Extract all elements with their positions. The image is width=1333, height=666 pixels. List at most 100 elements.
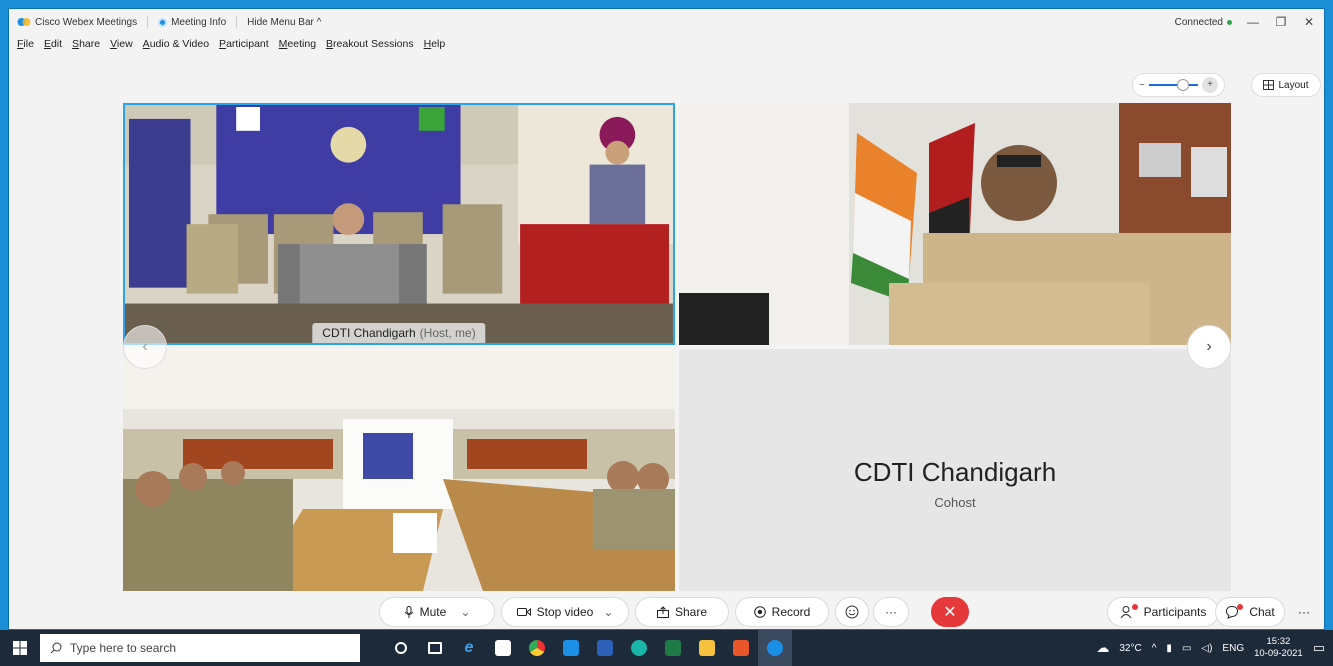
volume-icon[interactable]: ◁): [1201, 643, 1212, 654]
file-explorer-icon[interactable]: [690, 630, 724, 666]
layout-label: Layout: [1278, 79, 1309, 91]
weather-temperature[interactable]: 32°C: [1119, 643, 1141, 654]
previous-page-button[interactable]: ‹: [123, 325, 167, 369]
video-tile-cohost[interactable]: CDTI Chandigarh Cohost: [679, 349, 1231, 591]
video-tile-officer[interactable]: [679, 103, 1231, 345]
layout-button[interactable]: Layout: [1251, 73, 1321, 97]
notification-badge: [1131, 604, 1138, 610]
cohost-role: Cohost: [934, 495, 976, 510]
share-label: Share: [674, 605, 708, 619]
mute-button[interactable]: Mute ⌄: [379, 597, 495, 627]
title-bar: Cisco Webex Meetings Meeting Info Hide M…: [9, 9, 1324, 35]
video-tile-conference-room[interactable]: [123, 349, 675, 591]
divider: [236, 16, 238, 28]
connection-status: Connected: [1175, 17, 1232, 28]
hide-menu-bar-button[interactable]: Hide Menu Bar ^: [247, 17, 321, 28]
webex-window: Cisco Webex Meetings Meeting Info Hide M…: [8, 8, 1325, 630]
share-upload-icon: [656, 606, 669, 618]
notifications-icon[interactable]: ▭: [1313, 640, 1325, 656]
participant-name: CDTI Chandigarh: [322, 326, 416, 340]
zoom-slider-thumb[interactable]: [1176, 79, 1189, 91]
app-title: Cisco Webex Meetings: [35, 16, 138, 28]
participant-role: (Host, me): [419, 326, 476, 340]
search-placeholder: Type here to search: [70, 641, 177, 655]
menu-edit[interactable]: Edit: [44, 38, 62, 50]
edge-legacy-icon[interactable]: e: [452, 630, 486, 666]
excel-icon[interactable]: [656, 630, 690, 666]
connection-status-label: Connected: [1174, 16, 1223, 28]
stop-video-button[interactable]: Stop video ⌄: [501, 597, 629, 627]
video-feed-classroom-stage: [125, 105, 673, 343]
more-panels-button[interactable]: ···: [1289, 597, 1319, 627]
edge-icon[interactable]: [622, 630, 656, 666]
clock-time: 15:32: [1266, 636, 1291, 647]
task-view-icon[interactable]: [418, 630, 452, 666]
chevron-left-icon: ‹: [142, 338, 148, 355]
chevron-right-icon: ›: [1206, 338, 1212, 355]
chrome-icon[interactable]: [520, 630, 554, 666]
record-button[interactable]: Record: [735, 597, 829, 627]
weather-cloud-icon[interactable]: ☁: [1096, 640, 1109, 656]
menu-view[interactable]: View: [110, 38, 133, 50]
chevron-up-icon[interactable]: ^: [1152, 643, 1157, 654]
leave-meeting-button[interactable]: ✕: [931, 597, 969, 627]
menu-file[interactable]: File: [17, 38, 34, 50]
network-icon[interactable]: ▭: [1182, 643, 1191, 654]
search-icon: [50, 642, 62, 654]
menu-participant[interactable]: Participant: [219, 38, 269, 50]
mute-label: Mute: [419, 605, 447, 619]
participants-label: Participants: [1143, 605, 1207, 619]
store-icon[interactable]: [486, 630, 520, 666]
microphone-icon: [404, 605, 414, 618]
zoom-control[interactable]: − +: [1132, 73, 1225, 97]
cohost-name: CDTI Chandigarh: [853, 457, 1057, 487]
chevron-down-icon[interactable]: ⌄: [603, 605, 613, 619]
reactions-button[interactable]: [835, 597, 869, 627]
chat-button[interactable]: Chat: [1215, 597, 1285, 627]
clock[interactable]: 15:32 10-09-2021: [1254, 636, 1303, 660]
more-options-button[interactable]: ···: [873, 597, 909, 627]
grid-layout-icon: [1263, 80, 1275, 90]
video-tile-host[interactable]: CDTI Chandigarh (Host, me): [123, 103, 675, 345]
participant-name-tag: CDTI Chandigarh (Host, me): [312, 323, 486, 343]
mail-icon[interactable]: [554, 630, 588, 666]
video-camera-icon: [516, 607, 531, 617]
cortana-icon[interactable]: [384, 630, 418, 666]
start-button[interactable]: [0, 630, 40, 666]
menu-help[interactable]: Help: [424, 38, 446, 50]
notification-badge: [1237, 604, 1244, 610]
language-indicator[interactable]: ENG: [1222, 643, 1244, 654]
share-button[interactable]: Share: [635, 597, 729, 627]
record-label: Record: [771, 605, 811, 619]
webex-logo-icon: [17, 18, 31, 26]
participants-button[interactable]: Participants: [1107, 597, 1219, 627]
webex-taskbar-icon[interactable]: [758, 630, 792, 666]
minimize-button[interactable]: —: [1246, 15, 1260, 29]
record-icon: [753, 606, 766, 618]
close-button[interactable]: ✕: [1302, 15, 1316, 29]
menu-meeting[interactable]: Meeting: [279, 38, 316, 50]
microphone-tray-icon[interactable]: ▮: [1166, 643, 1172, 654]
word-icon[interactable]: [588, 630, 622, 666]
system-tray: ☁ 32°C ^ ▮ ▭ ◁) ENG 15:32 10-09-2021 ▭: [1096, 630, 1333, 666]
clock-date: 10-09-2021: [1254, 648, 1303, 659]
video-feed-conference-room: [123, 349, 675, 591]
zoom-slider[interactable]: [1148, 79, 1198, 91]
smiley-icon: [845, 605, 859, 619]
meeting-info-button[interactable]: Meeting Info: [158, 17, 226, 28]
zoom-out-icon[interactable]: −: [1139, 80, 1145, 91]
next-page-button[interactable]: ›: [1187, 325, 1231, 369]
zoom-in-icon[interactable]: +: [1202, 77, 1218, 93]
window-controls: Connected — ❐ ✕: [1175, 9, 1316, 35]
menu-breakout-sessions[interactable]: Breakout Sessions: [326, 38, 414, 50]
restore-button[interactable]: ❐: [1274, 15, 1288, 29]
qlik-icon[interactable]: [724, 630, 758, 666]
chevron-down-icon[interactable]: ⌄: [460, 605, 470, 619]
menu-audio-video[interactable]: Audio & Video: [143, 38, 209, 50]
chat-label: Chat: [1249, 605, 1275, 619]
taskbar-search-box[interactable]: Type here to search: [40, 634, 360, 662]
meeting-info-label: Meeting Info: [171, 16, 227, 28]
windows-taskbar: Type here to search e ☁ 32°C ^ ▮ ▭ ◁) EN…: [0, 630, 1333, 666]
menu-share[interactable]: Share: [72, 38, 100, 50]
stop-video-label: Stop video: [536, 605, 594, 619]
